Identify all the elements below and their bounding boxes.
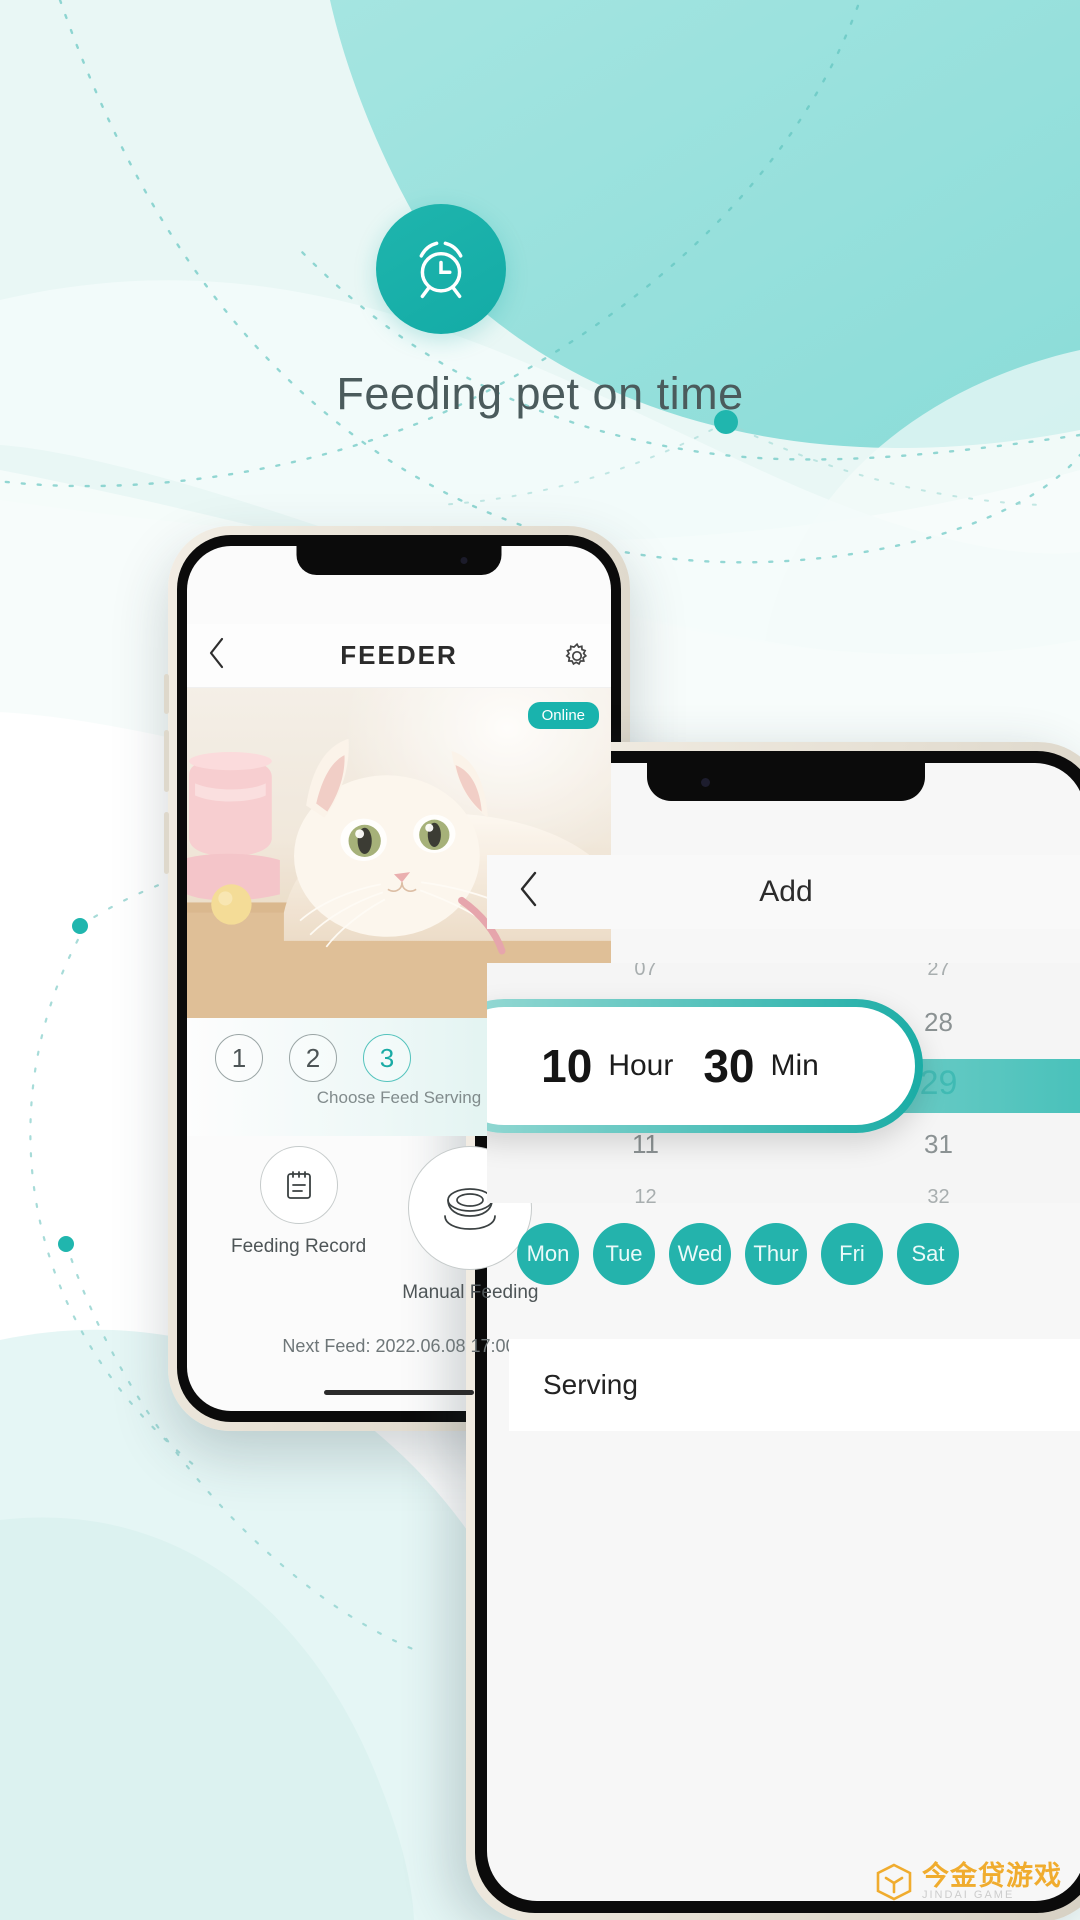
phone1-notch bbox=[296, 546, 502, 575]
manual-feeding-label: Manual Feeding bbox=[402, 1282, 539, 1303]
weekday-wed[interactable]: Wed bbox=[669, 1223, 731, 1285]
accent-dot-left-upper bbox=[72, 918, 88, 934]
phone2-notch bbox=[647, 763, 925, 801]
weekday-mon[interactable]: Mon bbox=[517, 1223, 579, 1285]
minute-value: 31 bbox=[924, 1128, 953, 1159]
feeding-record-ring bbox=[259, 1146, 338, 1224]
status-badge: Online bbox=[527, 702, 599, 729]
serving-row-label: Serving bbox=[543, 1369, 638, 1400]
page-title: Feeding pet on time bbox=[336, 368, 744, 419]
weekday-fri[interactable]: Fri bbox=[821, 1223, 883, 1285]
selected-time-pill[interactable]: 10 Hour 30 Min bbox=[487, 999, 923, 1133]
phone1-volume-down bbox=[164, 730, 169, 792]
watermark-main: 今金贷游戏 bbox=[922, 1861, 1062, 1892]
clipboard-record-icon bbox=[286, 1171, 311, 1199]
phone1-volume-up bbox=[164, 674, 169, 714]
hour-value: 11 bbox=[632, 1128, 659, 1159]
selected-hour: 10 bbox=[541, 1040, 593, 1092]
minute-unit-label: Min bbox=[770, 1049, 819, 1082]
minute-value: 28 bbox=[924, 1006, 953, 1037]
serving-option-2[interactable]: 2 bbox=[289, 1034, 337, 1082]
phone1-silent-switch bbox=[164, 812, 169, 874]
minute-value: 32 bbox=[927, 1185, 950, 1204]
watermark-text: 今金贷游戏 JINDAI GAME bbox=[922, 1862, 1062, 1902]
add-app-header: Add bbox=[487, 855, 1080, 929]
weekday-thur[interactable]: Thur bbox=[745, 1223, 807, 1285]
selected-minute: 30 bbox=[703, 1040, 755, 1092]
chevron-left-icon bbox=[520, 871, 537, 907]
home-indicator bbox=[324, 1390, 474, 1395]
hour-value: 12 bbox=[634, 1185, 657, 1204]
back-icon[interactable] bbox=[517, 869, 567, 915]
serving-option-1[interactable]: 1 bbox=[215, 1034, 263, 1082]
accent-dot-left-lower bbox=[58, 1236, 74, 1252]
weekday-sat[interactable]: Sat bbox=[897, 1223, 959, 1285]
selected-time-content: 10 Hour 30 Min bbox=[487, 1007, 915, 1125]
gear-icon bbox=[565, 642, 588, 665]
phone-add-device: Add 07 08 09 11 12 27 bbox=[466, 742, 1080, 1920]
serving-option-3[interactable]: 3 bbox=[363, 1034, 411, 1082]
alarm-clock-icon bbox=[419, 241, 463, 299]
minute-value: 27 bbox=[927, 963, 950, 980]
back-icon[interactable] bbox=[207, 636, 247, 676]
add-title: Add bbox=[759, 875, 813, 908]
weekday-selector: Mon Tue Wed Thur Fri Sat bbox=[517, 1223, 959, 1285]
feeder-app-header: FEEDER bbox=[187, 624, 611, 688]
weekday-tue[interactable]: Tue bbox=[593, 1223, 655, 1285]
chevron-left-icon bbox=[209, 637, 224, 668]
feeding-record-button[interactable]: Feeding Record bbox=[231, 1146, 366, 1258]
hour-unit-label: Hour bbox=[608, 1049, 674, 1082]
hero-icon-badge bbox=[376, 204, 506, 334]
settings-button[interactable] bbox=[551, 642, 591, 670]
feeder-title: FEEDER bbox=[340, 640, 458, 670]
feeding-record-label: Feeding Record bbox=[231, 1236, 367, 1257]
watermark-logo-icon bbox=[876, 1863, 912, 1901]
watermark: 今金贷游戏 JINDAI GAME bbox=[874, 1862, 1062, 1902]
watermark-sub: JINDAI GAME bbox=[922, 1889, 1015, 1902]
promo-screenshot: Feeding pet on time FEEDER Online 1 2 3 … bbox=[0, 0, 1080, 1920]
hour-value: 07 bbox=[634, 963, 657, 980]
serving-row[interactable]: Serving bbox=[509, 1339, 1080, 1431]
phone2-bezel: Add 07 08 09 11 12 27 bbox=[475, 751, 1080, 1913]
